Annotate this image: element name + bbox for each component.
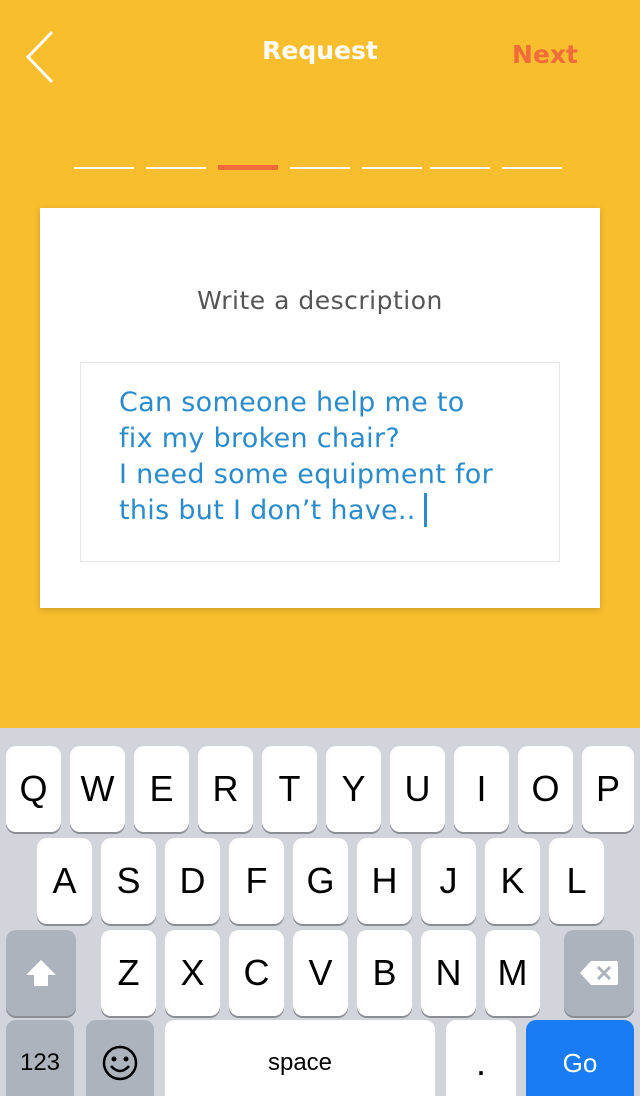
description-card: Write a description Can someone help me … bbox=[40, 208, 600, 608]
progress-step-3-current bbox=[218, 165, 278, 170]
progress-step-1 bbox=[74, 167, 134, 169]
key-t[interactable]: T bbox=[262, 746, 317, 832]
key-q[interactable]: Q bbox=[6, 746, 61, 832]
period-key[interactable]: . bbox=[446, 1020, 516, 1096]
key-w[interactable]: W bbox=[70, 746, 125, 832]
numbers-key[interactable]: 123 bbox=[6, 1020, 74, 1096]
emoji-smiley-icon bbox=[102, 1045, 138, 1081]
card-heading: Write a description bbox=[197, 286, 443, 315]
key-z[interactable]: Z bbox=[101, 930, 156, 1016]
backspace-icon bbox=[580, 961, 618, 985]
key-d[interactable]: D bbox=[165, 838, 220, 924]
key-r[interactable]: R bbox=[198, 746, 253, 832]
step-progress-indicator bbox=[0, 165, 640, 171]
emoji-key[interactable] bbox=[86, 1020, 154, 1096]
key-g[interactable]: G bbox=[293, 838, 348, 924]
description-text: Can someone help me to fix my broken cha… bbox=[119, 387, 494, 526]
key-n[interactable]: N bbox=[421, 930, 476, 1016]
go-key[interactable]: Go bbox=[526, 1020, 634, 1096]
text-caret bbox=[423, 493, 427, 527]
key-h[interactable]: H bbox=[357, 838, 412, 924]
key-f[interactable]: F bbox=[229, 838, 284, 924]
nav-bar: Request Next bbox=[0, 0, 640, 120]
key-y[interactable]: Y bbox=[326, 746, 381, 832]
key-a[interactable]: A bbox=[37, 838, 92, 924]
key-u[interactable]: U bbox=[390, 746, 445, 832]
key-c[interactable]: C bbox=[229, 930, 284, 1016]
key-j[interactable]: J bbox=[421, 838, 476, 924]
description-input[interactable]: Can someone help me to fix my broken cha… bbox=[80, 362, 560, 562]
key-e[interactable]: E bbox=[134, 746, 189, 832]
key-l[interactable]: L bbox=[549, 838, 604, 924]
progress-step-2 bbox=[146, 167, 206, 169]
key-i[interactable]: I bbox=[454, 746, 509, 832]
progress-step-4 bbox=[290, 167, 350, 169]
shift-arrow-icon bbox=[26, 960, 56, 986]
onscreen-keyboard: Q W E R T Y U I O P A S D F G H J K L Z … bbox=[0, 728, 640, 1096]
key-x[interactable]: X bbox=[165, 930, 220, 1016]
progress-step-7 bbox=[502, 167, 562, 169]
progress-step-5 bbox=[362, 167, 422, 169]
progress-step-6 bbox=[430, 167, 490, 169]
key-p[interactable]: P bbox=[582, 746, 634, 832]
key-o[interactable]: O bbox=[518, 746, 573, 832]
key-k[interactable]: K bbox=[485, 838, 540, 924]
backspace-key[interactable] bbox=[564, 930, 634, 1016]
space-key[interactable]: space bbox=[165, 1020, 435, 1096]
shift-key[interactable] bbox=[6, 930, 76, 1016]
key-v[interactable]: V bbox=[293, 930, 348, 1016]
next-button[interactable]: Next bbox=[490, 40, 600, 69]
key-m[interactable]: M bbox=[485, 930, 540, 1016]
key-s[interactable]: S bbox=[101, 838, 156, 924]
key-b[interactable]: B bbox=[357, 930, 412, 1016]
